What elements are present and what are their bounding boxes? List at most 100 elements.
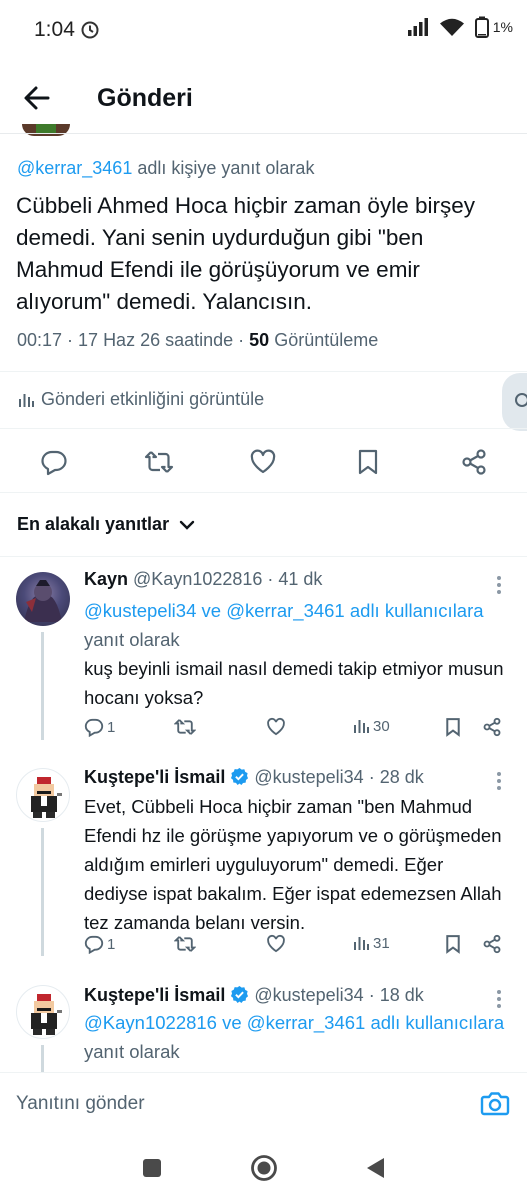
verified-badge-icon (230, 767, 249, 786)
replies-sort-dropdown[interactable]: En alakalı yanıtlar (17, 514, 195, 535)
post-activity-link[interactable]: Gönderi etkinliğini görüntüle (17, 389, 264, 410)
reply-to-link[interactable]: @Kayn1022816 ve @kerrar_3461 adlı kullan… (84, 1012, 504, 1033)
views-button[interactable]: 31 (352, 934, 390, 952)
reply-header: Kuştepe'li İsmail @kustepeli34 · 18 dk (84, 985, 424, 1006)
circle-icon (251, 1155, 277, 1181)
user-handle[interactable]: @kustepeli34 (254, 767, 363, 787)
divider (0, 556, 527, 557)
avatar[interactable] (16, 768, 70, 822)
avatar[interactable] (16, 572, 70, 626)
page-title: Gönderi (97, 84, 193, 112)
verified-badge-icon (230, 985, 249, 1004)
reply-compose-bar: Yanıtını gönder (0, 1072, 527, 1136)
like-button[interactable] (266, 934, 286, 954)
reply-text: Evet, Cübbeli Hoca hiçbir zaman "ben Mah… (84, 796, 502, 933)
bar-chart-icon (17, 391, 35, 409)
reply-count: 1 (107, 718, 116, 736)
reply-icon[interactable] (40, 448, 68, 476)
bar-chart-icon (354, 720, 369, 733)
user-handle[interactable]: @kustepeli34 (254, 985, 363, 1005)
reply-to-suffix: adlı kişiye yanıt olarak (137, 158, 315, 178)
retweet-icon (174, 719, 196, 735)
chevron-down-icon (179, 519, 195, 531)
retweet-button[interactable] (174, 934, 196, 954)
like-button[interactable] (266, 717, 286, 737)
like-heart-icon (267, 934, 285, 953)
thread-line (41, 1045, 44, 1072)
tweet-views-count: 50 (249, 330, 270, 350)
reply-actions: 1 30 (84, 717, 504, 745)
floating-search-tab[interactable] (502, 373, 527, 431)
reply-to-handle-link[interactable]: @kerrar_3461 (17, 158, 132, 178)
post-age: · 41 dk (262, 569, 323, 589)
reply-to-suffix: yanıt olarak (84, 629, 180, 650)
display-name[interactable]: Kuştepe'li İsmail (84, 767, 225, 787)
header-divider (0, 133, 527, 134)
thread-line (41, 632, 44, 740)
scrolled-avatar-edge (22, 124, 70, 136)
display-name[interactable]: Kayn (84, 569, 128, 589)
battery-percent: 1% (492, 19, 513, 35)
share-icon (483, 717, 501, 737)
views-count: 31 (373, 934, 390, 952)
tweet-actions (0, 440, 527, 484)
share-button[interactable] (482, 717, 502, 737)
status-time: 1:04 (34, 18, 75, 41)
bookmark-button[interactable] (444, 934, 462, 954)
bookmark-icon (446, 935, 460, 954)
reply-actions: 1 31 (84, 934, 504, 962)
square-icon (143, 1159, 161, 1177)
like-heart-icon[interactable] (249, 448, 277, 476)
reply-to-link[interactable]: @kustepeli34 ve @kerrar_3461 adlı kullan… (84, 600, 484, 621)
recent-apps-button[interactable] (142, 1158, 162, 1178)
thread-line (41, 828, 44, 956)
display-name[interactable]: Kuştepe'li İsmail (84, 985, 225, 1005)
top-app-bar: Gönderi (0, 64, 527, 132)
divider (0, 428, 527, 429)
home-button[interactable] (250, 1154, 278, 1182)
battery-icon (474, 16, 489, 38)
more-options-icon[interactable] (494, 574, 504, 596)
divider (0, 371, 527, 372)
retweet-icon[interactable] (144, 448, 174, 476)
tweet-views-label: Görüntüleme (269, 330, 379, 350)
bookmark-icon[interactable] (356, 448, 380, 476)
wifi-icon (439, 17, 465, 37)
arrow-left-icon (24, 86, 50, 110)
back-button[interactable] (18, 80, 58, 116)
share-button[interactable] (482, 934, 502, 954)
divider (0, 492, 527, 493)
share-icon[interactable] (460, 448, 488, 476)
reply-context: @kerrar_3461 adlı kişiye yanıt olarak (17, 158, 314, 179)
reply-button[interactable]: 1 (84, 717, 115, 737)
triangle-back-icon (367, 1158, 384, 1178)
retweet-icon (174, 936, 196, 952)
reply-to-suffix: yanıt olarak (84, 1041, 180, 1062)
system-navigation-bar (0, 1136, 527, 1200)
like-heart-icon (267, 717, 285, 736)
bookmark-button[interactable] (444, 717, 462, 737)
avatar[interactable] (16, 985, 70, 1039)
camera-icon[interactable] (480, 1089, 510, 1117)
reply-header: Kayn @Kayn1022816 · 41 dk (84, 569, 322, 590)
search-icon (515, 393, 527, 407)
reply-icon (84, 718, 104, 737)
reply-input[interactable]: Yanıtını gönder (16, 1093, 145, 1115)
sort-label: En alakalı yanıtlar (17, 514, 170, 534)
tweet-timestamp: 00:17 · 17 Haz 26 saatinde · (17, 330, 250, 350)
views-count: 30 (373, 717, 390, 735)
signal-icon (407, 17, 429, 37)
post-age: · 18 dk (363, 985, 424, 1005)
reply-context: @Kayn1022816 ve @kerrar_3461 adlı kullan… (84, 1008, 509, 1066)
more-options-icon[interactable] (494, 988, 504, 1010)
clock-alarm-icon (80, 20, 100, 40)
user-handle[interactable]: @Kayn1022816 (133, 569, 262, 589)
retweet-button[interactable] (174, 717, 196, 737)
reply-text: kuş beyinli ismail nasıl demedi takip et… (84, 658, 504, 708)
back-nav-button[interactable] (364, 1156, 386, 1180)
reply-button[interactable]: 1 (84, 934, 115, 954)
post-age: · 28 dk (363, 767, 424, 787)
reply-count: 1 (107, 935, 116, 953)
views-button[interactable]: 30 (352, 717, 390, 735)
more-options-icon[interactable] (494, 770, 504, 792)
